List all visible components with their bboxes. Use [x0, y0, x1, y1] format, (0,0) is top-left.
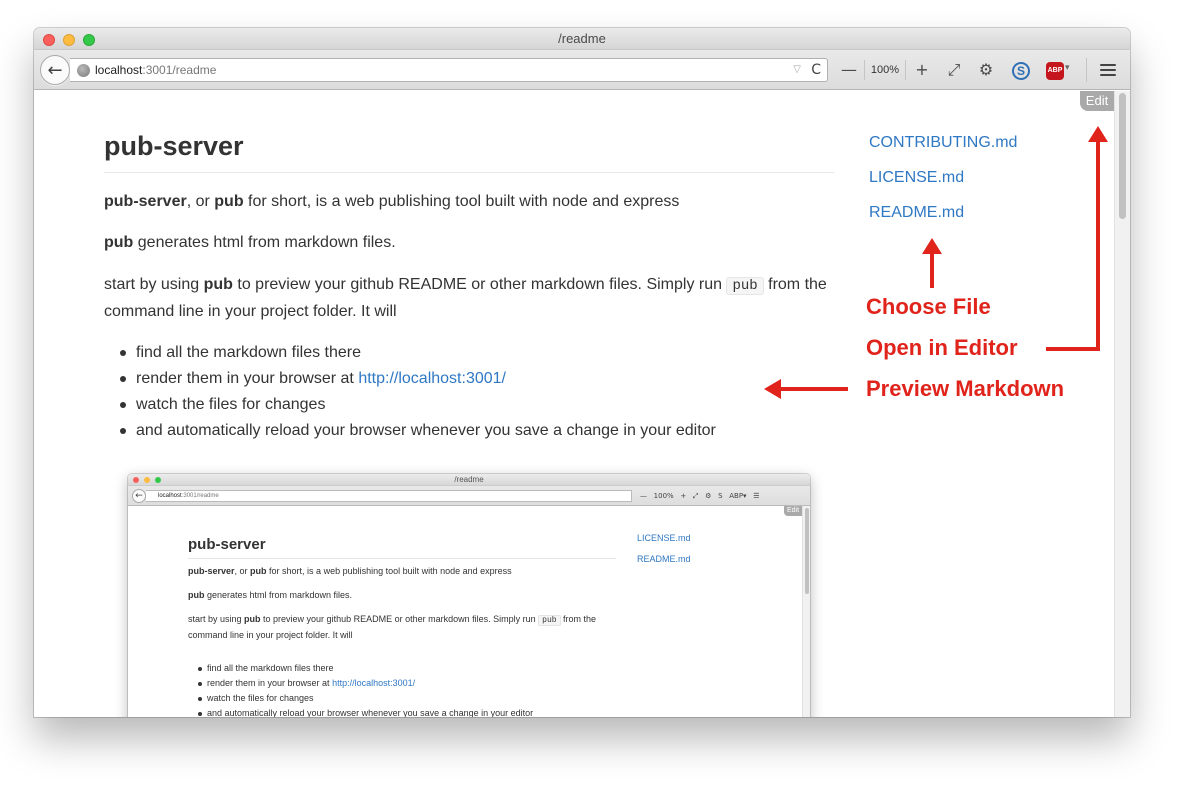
- page-viewport: pub-server pub-server, or pub for short,…: [34, 91, 1114, 717]
- adblock-icon[interactable]: ABP: [1046, 62, 1064, 80]
- mini-list-item: watch the files for changes: [198, 691, 533, 706]
- window-title: /readme: [558, 31, 606, 46]
- list-item: render them in your browser at http://lo…: [120, 366, 716, 392]
- intro-paragraph: pub-server, or pub for short, is a web p…: [104, 193, 680, 210]
- list-item: find all the markdown files there: [120, 340, 716, 366]
- url-path: :3001/readme: [142, 63, 217, 77]
- page-scrollbar[interactable]: [1114, 91, 1130, 717]
- mini-scrollbar: [802, 506, 810, 717]
- menu-icon[interactable]: [1100, 64, 1116, 76]
- localhost-link[interactable]: http://localhost:3001/: [358, 370, 506, 387]
- preview-arrow: [780, 387, 848, 391]
- inline-code: pub: [726, 277, 764, 295]
- mini-file-list: LICENSE.md README.md: [637, 532, 691, 574]
- back-button[interactable]: ←: [40, 55, 70, 85]
- mini-window-title: /readme: [454, 475, 484, 484]
- url-bar[interactable]: localhost:3001/readme ▽ C: [70, 58, 828, 82]
- mini-list-item: find all the markdown files there: [198, 661, 533, 676]
- zoom-level[interactable]: 100%: [864, 60, 906, 80]
- file-list: CONTRIBUTING.md LICENSE.md README.md: [869, 133, 1017, 238]
- mini-page: Edit pub-server pub-server, or pub for s…: [128, 506, 810, 717]
- scrollbar-thumb[interactable]: [1119, 93, 1126, 219]
- feature-list: find all the markdown files there render…: [120, 340, 716, 444]
- zoom-in-button[interactable]: +: [912, 60, 932, 80]
- choose-file-annotation: Choose File: [866, 294, 991, 319]
- mini-url-bar: localhost:3001/readme: [146, 490, 632, 502]
- mini-toolbar-icons: — 100% + ⤢ ⚙ S ABP▾ ☰: [640, 492, 760, 500]
- preview-markdown-annotation: Preview Markdown: [866, 376, 1065, 401]
- open-editor-arrow-horizontal: [1046, 347, 1100, 351]
- browser-window: /readme ← localhost:3001/readme ▽ C — 10…: [34, 28, 1130, 717]
- list-item: watch the files for changes: [120, 392, 716, 418]
- title-bar: /readme: [34, 28, 1130, 50]
- choose-file-arrowhead: [922, 238, 942, 254]
- choose-file-arrow: [930, 252, 934, 288]
- gear-icon[interactable]: ⚙: [976, 60, 996, 80]
- mini-toolbar: ← localhost:3001/readme — 100% + ⤢ ⚙ S A…: [128, 486, 810, 506]
- mini-edit-button: Edit: [784, 506, 802, 516]
- mini-file-link-readme: README.md: [637, 554, 691, 564]
- file-link-contributing[interactable]: CONTRIBUTING.md: [869, 133, 1017, 168]
- edit-button[interactable]: Edit: [1080, 91, 1114, 111]
- fullscreen-icon[interactable]: ⤢: [944, 60, 964, 80]
- mini-generates-paragraph: pub generates html from markdown files.: [188, 590, 353, 600]
- open-editor-arrow-vertical: [1096, 140, 1100, 351]
- generates-paragraph: pub generates html from markdown files.: [104, 234, 396, 251]
- open-editor-arrowhead: [1088, 126, 1108, 142]
- file-link-readme[interactable]: README.md: [869, 203, 1017, 238]
- minimize-window-button[interactable]: [63, 34, 75, 46]
- page-title: pub-server: [104, 131, 244, 161]
- history-dropdown-icon[interactable]: ▽: [793, 59, 801, 81]
- mini-list-item: render them in your browser at http://lo…: [198, 676, 533, 691]
- mini-title-bar: /readme: [128, 474, 810, 486]
- usage-paragraph: start by using pub to preview your githu…: [104, 276, 827, 320]
- file-link-license[interactable]: LICENSE.md: [869, 168, 1017, 203]
- globe-icon: [77, 64, 90, 77]
- mini-file-link-license: LICENSE.md: [637, 533, 691, 543]
- mini-page-title: pub-server: [188, 536, 266, 553]
- open-in-editor-annotation: Open in Editor: [866, 335, 1018, 360]
- s-extension-icon[interactable]: S: [1012, 62, 1030, 80]
- zoom-out-button[interactable]: —: [839, 60, 859, 80]
- mini-back-icon: ←: [132, 489, 146, 503]
- url-host: localhost: [95, 63, 143, 77]
- mini-usage-paragraph: start by using pub to preview your githu…: [188, 614, 597, 640]
- mini-intro-paragraph: pub-server, or pub for short, is a web p…: [188, 566, 512, 576]
- url-text: localhost:3001/readme: [95, 59, 216, 81]
- browser-toolbar: ← localhost:3001/readme ▽ C — 100% + ⤢ ⚙…: [34, 50, 1130, 90]
- back-arrow-icon: ←: [47, 59, 63, 81]
- mini-feature-list: find all the markdown files there render…: [198, 661, 533, 717]
- embedded-screenshot: /readme ← localhost:3001/readme — 100% +…: [128, 474, 810, 717]
- preview-arrowhead: [764, 379, 781, 399]
- close-window-button[interactable]: [43, 34, 55, 46]
- adblock-dropdown-icon[interactable]: ▾: [1065, 63, 1070, 73]
- reload-icon[interactable]: C: [811, 59, 821, 81]
- list-item: and automatically reload your browser wh…: [120, 418, 716, 444]
- mini-list-item: and automatically reload your browser wh…: [198, 706, 533, 717]
- heading-divider: [104, 172, 834, 173]
- toolbar-divider: [1086, 58, 1087, 82]
- maximize-window-button[interactable]: [83, 34, 95, 46]
